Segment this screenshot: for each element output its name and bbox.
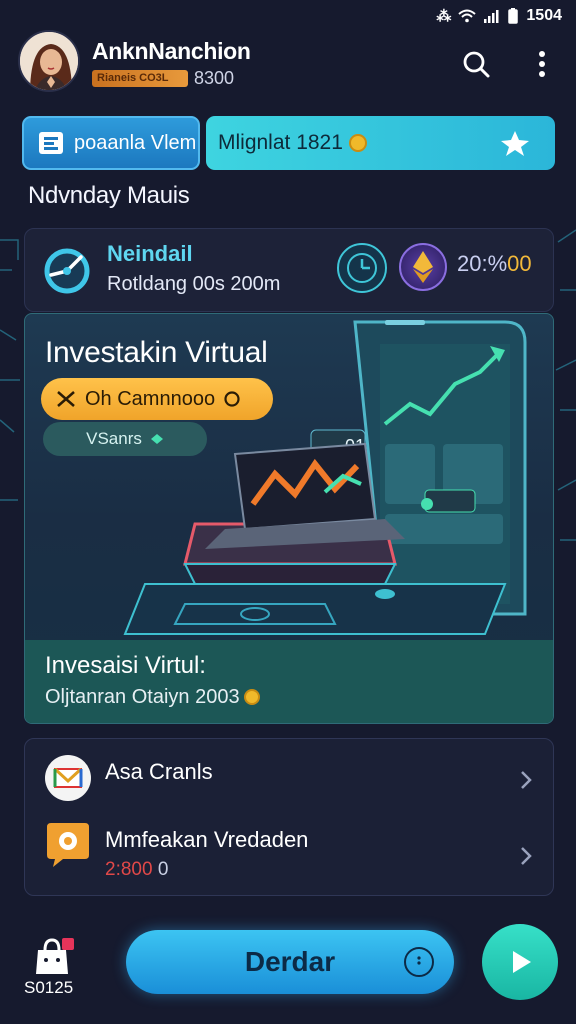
tab-secondary-label: Mlignlat 1821: [218, 131, 343, 154]
list-item-label: Asa Cranls: [105, 759, 213, 784]
ethereum-coin-icon: [399, 243, 447, 291]
list-item-sub-rest: 0: [157, 859, 169, 880]
hero-banner[interactable]: 01 Investakin Virtual Oh Camnnooo VSanrs…: [24, 313, 554, 724]
battery-icon: [508, 8, 519, 24]
coin-icon: [348, 134, 367, 152]
notice-percent-value: 20:%: [457, 251, 508, 276]
hero-cta-button[interactable]: Oh Camnnooo: [41, 378, 273, 420]
tab-secondary[interactable]: Mlignlat 1821: [206, 116, 555, 170]
section-title: Ndvnday Mauis: [28, 182, 190, 209]
user-badge-row: Rianeis CO3L 8300: [92, 68, 234, 89]
avatar-portrait-icon: [20, 32, 78, 90]
clock-hands-icon: [347, 253, 377, 283]
tab-primary-label: poaanla Vlem: [74, 131, 197, 154]
nfc-icon: ⁂: [436, 8, 452, 25]
more-vertical-icon: [539, 51, 545, 77]
avatar[interactable]: [18, 30, 80, 92]
shopping-bag-icon: [36, 938, 74, 974]
hero-chip[interactable]: VSanrs: [43, 422, 207, 456]
ethereum-diamond-icon: [413, 251, 433, 283]
notice-card[interactable]: Neindail Rotldang 00s 200m 20:%00: [24, 228, 554, 312]
notice-percent-suffix: 00: [507, 251, 532, 276]
hero-footer-subtitle: Oljtanran Otaiyn 2003: [45, 686, 260, 709]
chevron-right-icon: [521, 771, 532, 789]
coin-ring-icon: [224, 391, 240, 407]
status-icons: ⁂: [436, 7, 519, 25]
envelope-icon: [45, 755, 91, 801]
notice-title: Neindail: [107, 241, 193, 266]
list-item-sub: 2:800 0: [105, 859, 168, 881]
play-icon: [513, 951, 531, 973]
list-item-sub-red: 2:800: [105, 859, 153, 880]
search-icon: [463, 51, 490, 78]
info-icon: [404, 947, 434, 977]
main-action-label: Derdar: [244, 946, 336, 977]
wallet-card-icon: [39, 132, 63, 154]
chevron-right-icon: [521, 847, 532, 865]
play-button[interactable]: [482, 924, 558, 1000]
hero-footer-subtitle-text: Oljtanran Otaiyn 2003: [45, 686, 240, 708]
main-action-button[interactable]: Derdar: [126, 930, 454, 994]
bottom-bar: S0125 Derdar: [0, 912, 576, 1024]
hero-title: Investakin Virtual: [45, 336, 268, 369]
signal-icon: [484, 10, 499, 23]
speed-gauge-icon: [44, 248, 90, 294]
status-time: 1504: [526, 7, 562, 24]
hero-cta-label: Oh Camnnooo: [85, 387, 216, 410]
hero-footer-title: Invesaisi Virtul:: [45, 652, 206, 679]
list-item-label: Mmfeakan Vredaden: [105, 827, 309, 852]
notice-subtitle: Rotldang 00s 200m: [107, 273, 281, 295]
wifi-icon: [458, 9, 477, 23]
status-bar: ⁂ 1504: [0, 0, 576, 32]
sparkle-star-icon: [501, 131, 529, 156]
diamond-icon: [150, 434, 163, 444]
list-item[interactable]: Asa Cranls: [25, 741, 555, 817]
bag-button[interactable]: [32, 936, 76, 976]
tabs-row: poaanla Vlem Mlignlat 1821: [22, 116, 555, 170]
more-menu-button[interactable]: [526, 48, 558, 80]
hero-chip-label: VSanrs: [86, 429, 142, 448]
search-button[interactable]: [460, 48, 492, 80]
user-name: AnknNanchion: [92, 38, 251, 64]
chat-gear-icon: [47, 823, 89, 867]
clock-icon: [337, 243, 387, 293]
dots-icon: [417, 956, 421, 965]
list-card: Asa Cranls Mmfeakan Vredaden 2:800 0: [24, 738, 554, 896]
coin-icon: [243, 689, 260, 705]
hero-footer: Invesaisi Virtul: Oljtanran Otaiyn 2003: [25, 640, 553, 723]
tab-primary[interactable]: poaanla Vlem: [22, 116, 200, 170]
user-points: 8300: [194, 68, 235, 88]
swap-arrows-icon: [57, 391, 75, 407]
profile-header: AnknNanchion Rianeis CO3L 8300: [0, 30, 576, 96]
list-item[interactable]: Mmfeakan Vredaden 2:800 0: [25, 817, 555, 893]
user-badge: Rianeis CO3L: [92, 70, 188, 87]
bag-label: S0125: [24, 978, 74, 997]
notice-percent: 20:%00: [457, 251, 532, 277]
